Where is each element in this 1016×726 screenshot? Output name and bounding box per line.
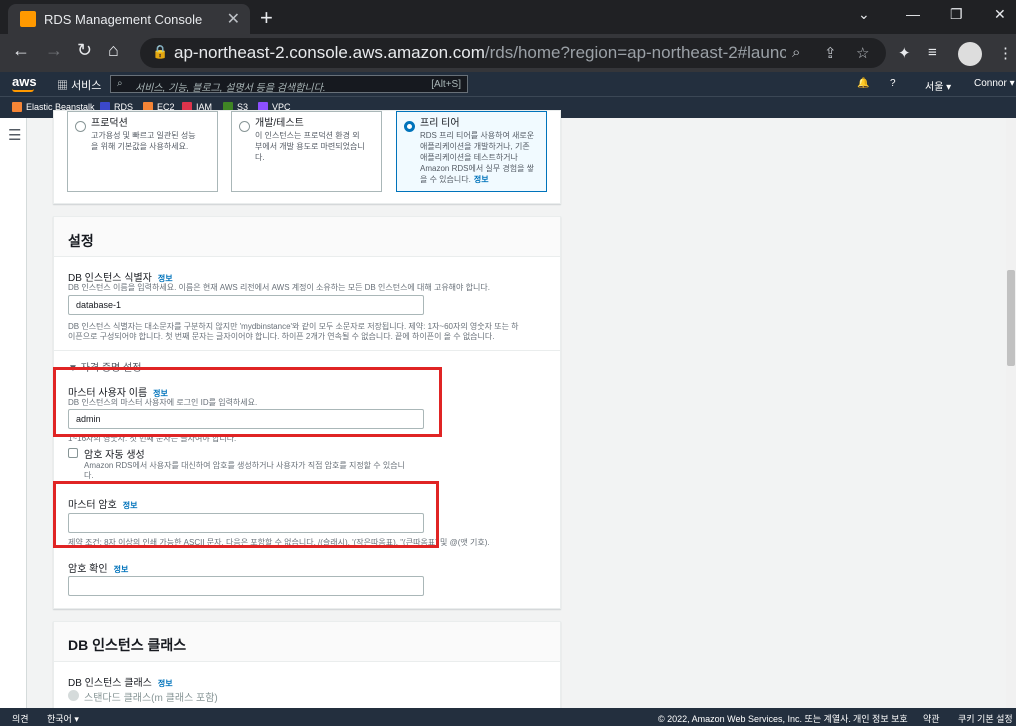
new-tab-button[interactable]: + <box>260 5 273 31</box>
template-production[interactable]: 프로덕션 고가용성 및 빠르고 일관된 성능 을 위해 기본값을 사용하세요. <box>67 111 218 192</box>
instance-class-info-link[interactable]: 정보 <box>158 679 173 688</box>
auto-password-desc: Amazon RDS에서 사용자를 대신하여 암호를 생성하거나 사용자가 직접… <box>84 461 405 470</box>
bookmark-star-icon[interactable]: ☆ <box>856 44 869 62</box>
instance-class-title: DB 인스턴스 클래스 <box>68 637 187 653</box>
extensions-icon[interactable]: ✦ <box>898 44 911 62</box>
template-dev-test[interactable]: 개발/테스트 이 인스턴스는 프로덕션 환경 외 부에서 개발 용도로 마련되었… <box>231 111 382 192</box>
language-selector[interactable]: 한국어 ▾ <box>47 712 79 725</box>
free-tier-info-link[interactable]: 정보 <box>474 175 489 184</box>
close-tab-icon[interactable]: ✕ <box>227 9 240 29</box>
template-production-radio[interactable] <box>75 121 86 132</box>
grid-icon: ▦ <box>57 80 68 92</box>
feedback-link[interactable]: 의견 <box>12 712 29 725</box>
search-icon: ⌕ <box>117 78 123 89</box>
reload-icon[interactable]: ↻ <box>77 40 92 61</box>
confirm-password-info-link[interactable]: 정보 <box>114 565 129 574</box>
profile-avatar[interactable] <box>958 42 982 66</box>
lock-icon: 🔒 <box>152 44 169 59</box>
url-text: ap-northeast-2.console.aws.amazon.com/rd… <box>174 43 786 62</box>
elastic-beanstalk-icon <box>12 102 22 112</box>
address-bar[interactable]: 🔒 ap-northeast-2.console.aws.amazon.com/… <box>140 38 886 68</box>
browser-tab[interactable]: RDS Management Console ✕ <box>8 4 250 34</box>
aws-favicon-icon <box>20 11 36 27</box>
db-identifier-desc: DB 인스턴스 이름을 입력하세요. 이름은 현재 AWS 리전에서 AWS 계… <box>68 283 490 292</box>
settings-title: 설정 <box>68 233 94 249</box>
terms-link[interactable]: 약관 <box>923 712 940 725</box>
instance-class-card: DB 인스턴스 클래스 DB 인스턴스 클래스 정보 스탠다드 클래스(m 클래스… <box>53 621 561 711</box>
copyright-text: © 2022, Amazon Web Services, Inc. 또는 계열사… <box>658 714 851 724</box>
hamburger-menu-icon[interactable]: ☰ <box>8 126 21 144</box>
tab-title: RDS Management Console <box>44 12 203 27</box>
standard-class-radio[interactable] <box>68 690 79 701</box>
template-dev-test-radio[interactable] <box>239 121 250 132</box>
template-free-tier[interactable]: 프리 티어 RDS 프리 티어를 사용하여 새로운 애플리케이션을 개발하거나,… <box>396 111 547 192</box>
confirm-password-input[interactable] <box>68 576 424 596</box>
confirm-password-label: 암호 확인 정보 <box>68 564 129 575</box>
page-scrollbar[interactable] <box>1006 118 1016 708</box>
search-input[interactable]: ⌕ 서비스, 기능, 블로그, 설명서 등을 검색합니다. [Alt+S] <box>110 75 468 94</box>
db-identifier-input[interactable]: database-1 <box>68 295 424 315</box>
templates-card: 프로덕션 고가용성 및 빠르고 일관된 성능 을 위해 기본값을 사용하세요. … <box>53 110 561 204</box>
region-selector[interactable]: 서울 ▾ <box>925 78 951 93</box>
zoom-search-icon[interactable]: ⌕ <box>792 44 800 61</box>
tab-search-icon[interactable]: ⌄ <box>858 6 870 23</box>
restore-icon[interactable]: ❐ <box>950 6 963 23</box>
settings-header <box>54 217 560 257</box>
minimize-icon[interactable]: — <box>906 6 920 22</box>
cookie-settings-link[interactable]: 쿠키 기본 설정 <box>958 712 1013 725</box>
console-footer: 의견 한국어 ▾ © 2022, Amazon Web Services, In… <box>0 708 1016 726</box>
auto-password-label: 암호 자동 생성 <box>84 450 145 461</box>
services-menu[interactable]: ▦ 서비스 <box>57 77 101 93</box>
browser-toolbar: ← → ↻ ⌂ 🔒 ap-northeast-2.console.aws.ama… <box>0 34 1016 72</box>
instance-class-label: DB 인스턴스 클래스 정보 <box>68 678 173 689</box>
help-icon[interactable]: ? <box>890 78 896 89</box>
auto-password-checkbox[interactable] <box>68 448 78 458</box>
forward-icon[interactable]: → <box>45 40 63 61</box>
standard-class-label: 스탠다드 클래스(m 클래스 포함) <box>84 693 218 704</box>
share-icon[interactable]: ⇪ <box>824 44 837 62</box>
account-menu[interactable]: Connor ▾ <box>974 78 1015 89</box>
highlight-master-password <box>53 481 439 548</box>
close-window-icon[interactable]: ✕ <box>994 6 1006 23</box>
browser-tab-bar: RDS Management Console ✕ + ⌄ — ❐ ✕ <box>0 0 1016 34</box>
highlight-master-username <box>53 367 442 437</box>
media-control-icon[interactable]: ≡ <box>928 44 937 61</box>
template-free-tier-radio[interactable] <box>404 121 415 132</box>
side-navigation-rail: ☰ <box>0 118 27 708</box>
aws-logo[interactable]: aws <box>12 74 37 92</box>
db-identifier-constraint-2: 이픈으로 구성되어야 합니다. 첫 번째 문자는 글자이어야 합니다. 하이픈 … <box>68 332 495 341</box>
divider <box>54 350 560 351</box>
menu-kebab-icon[interactable]: ⋮ <box>998 44 1013 62</box>
notifications-bell-icon[interactable]: 🔔 <box>857 78 869 89</box>
scrollbar-thumb[interactable] <box>1007 270 1015 366</box>
back-icon[interactable]: ← <box>12 40 30 61</box>
auto-password-desc-2: 다. <box>84 471 94 480</box>
aws-global-nav: aws ▦ 서비스 ⌕ 서비스, 기능, 블로그, 설명서 등을 검색합니다. … <box>0 72 1016 96</box>
home-icon[interactable]: ⌂ <box>108 40 119 61</box>
privacy-link[interactable]: 개인 정보 보호 <box>853 712 908 725</box>
